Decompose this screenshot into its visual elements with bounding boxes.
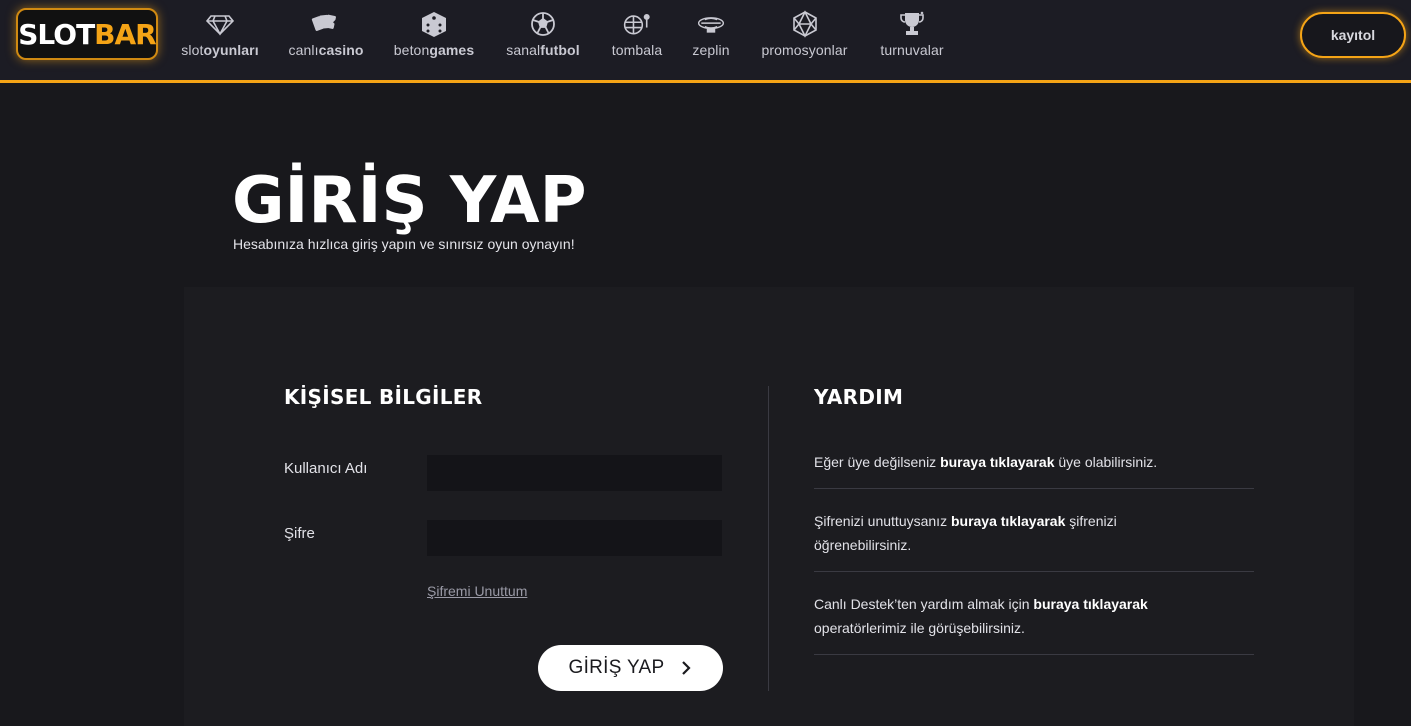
soccer-ball-icon bbox=[531, 12, 555, 36]
logo-text-bar: BAR bbox=[94, 17, 157, 51]
help-link-password[interactable]: buraya tıklayarak bbox=[951, 513, 1065, 529]
login-panel bbox=[184, 287, 1354, 726]
help-title: YARDIM bbox=[814, 385, 904, 409]
slotbar-logo[interactable]: SLOT BAR bbox=[16, 8, 158, 60]
username-input[interactable] bbox=[427, 455, 722, 491]
nav-label: promosyonlar bbox=[761, 42, 848, 58]
nav-label: zeplin bbox=[692, 42, 730, 58]
nav-item-zeplin[interactable]: zeplin bbox=[690, 10, 732, 62]
nav-item-slot-oyunlari[interactable]: slotoyunları bbox=[178, 10, 262, 62]
nav-item-sanal-futbol[interactable]: sanalfutbol bbox=[503, 10, 583, 62]
nav-label: tombala bbox=[611, 42, 663, 58]
diamond-icon bbox=[205, 15, 235, 36]
nav-item-promosyonlar[interactable]: promosyonlar bbox=[757, 10, 852, 62]
login-submit-label: GİRİŞ YAP bbox=[568, 657, 665, 678]
page-subtitle: Hesabınıza hızlıca giriş yapın ve sınırs… bbox=[233, 236, 575, 252]
nav-item-canli-casino[interactable]: canlıcasino bbox=[286, 10, 366, 62]
nav-item-beton-games[interactable]: betongames bbox=[390, 10, 478, 62]
polyhedron-icon bbox=[792, 10, 817, 38]
lottery-balls-icon bbox=[623, 13, 650, 35]
nav-label: canlıcasino bbox=[288, 42, 364, 58]
nav-label: turnuvalar bbox=[880, 42, 944, 58]
register-button[interactable]: kayıtol bbox=[1300, 12, 1406, 58]
forgot-password-link[interactable]: Şifremi Unuttum bbox=[427, 583, 527, 599]
password-label: Şifre bbox=[284, 525, 315, 542]
column-divider bbox=[768, 386, 769, 691]
top-header: SLOT BAR slotoyunları canlıcasino betonga… bbox=[0, 0, 1411, 83]
logo-text-slot: SLOT bbox=[18, 17, 95, 51]
nav-item-turnuvalar[interactable]: turnuvalar bbox=[877, 10, 947, 62]
cards-icon bbox=[311, 14, 339, 31]
nav-item-tombala[interactable]: tombala bbox=[609, 10, 665, 62]
password-input[interactable] bbox=[427, 520, 722, 556]
page-title: GİRİŞ YAP bbox=[232, 164, 587, 238]
login-submit-button[interactable]: GİRİŞ YAP bbox=[538, 645, 723, 691]
dice-icon bbox=[422, 12, 446, 37]
personal-info-title: KİŞİSEL BİLGİLER bbox=[284, 385, 483, 409]
help-link-live-support[interactable]: buraya tıklayarak bbox=[1033, 596, 1147, 612]
nav-label: betongames bbox=[393, 42, 475, 58]
help-item-register: Eğer üye değilseniz buraya tıklayarak üy… bbox=[814, 450, 1254, 489]
nav-label: slotoyunları bbox=[181, 42, 259, 58]
help-item-live-support: Canlı Destek’ten yardım almak için buray… bbox=[814, 592, 1254, 655]
zeppelin-icon bbox=[697, 17, 725, 33]
trophy-icon bbox=[900, 11, 924, 35]
help-link-register[interactable]: buraya tıklayarak bbox=[940, 454, 1054, 470]
nav-label: sanalfutbol bbox=[506, 42, 580, 58]
username-label: Kullanıcı Adı bbox=[284, 460, 368, 477]
help-item-password: Şifrenizi unuttuysanız buraya tıklayarak… bbox=[814, 509, 1254, 572]
chevron-right-icon bbox=[682, 661, 692, 675]
